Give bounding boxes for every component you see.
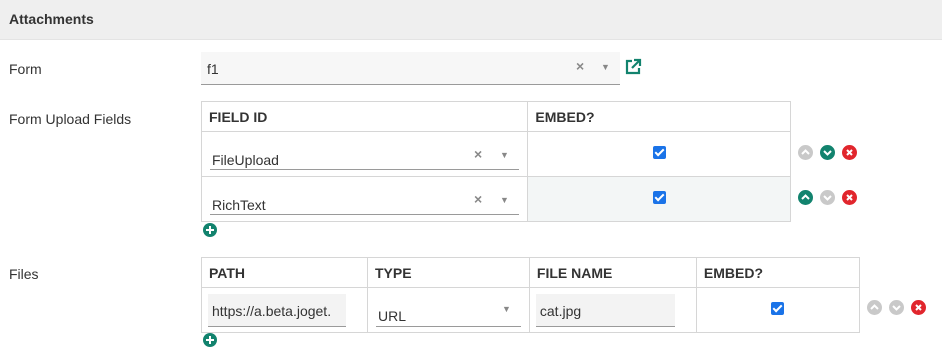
delete-row-button[interactable] xyxy=(911,300,926,315)
column-header-embed: EMBED? xyxy=(695,257,861,288)
clear-icon[interactable]: × xyxy=(474,146,482,162)
chevron-up-icon xyxy=(801,149,810,155)
type-value: URL xyxy=(378,307,407,324)
chevron-up-icon xyxy=(870,304,879,310)
add-file-button[interactable] xyxy=(203,333,217,347)
chevron-down-icon xyxy=(892,305,901,311)
chevron-down-icon[interactable]: ▼ xyxy=(500,150,509,160)
type-select[interactable]: URL ▼ xyxy=(376,294,521,327)
delete-icon xyxy=(846,194,853,201)
embed-checkbox[interactable] xyxy=(652,146,666,159)
upload-fields-label: Form Upload Fields xyxy=(9,111,132,127)
upload-fields-table: FIELD ID EMBED? FileUpload × ▼ RichText … xyxy=(200,101,791,222)
move-up-button[interactable] xyxy=(867,300,882,315)
clear-icon[interactable]: × xyxy=(474,191,482,207)
embed-checkbox[interactable] xyxy=(771,302,785,315)
move-down-button[interactable] xyxy=(820,145,835,160)
field-id-value: RichText xyxy=(212,197,266,213)
table-row: https://a.beta.joget. URL ▼ cat.jpg xyxy=(201,287,861,333)
move-up-button[interactable] xyxy=(798,190,813,205)
chevron-down-icon[interactable]: ▼ xyxy=(601,62,610,72)
chevron-down-icon xyxy=(823,150,832,156)
chevron-down-icon xyxy=(823,195,832,201)
files-table: PATH TYPE FILE NAME EMBED? https://a.bet… xyxy=(201,257,861,333)
file-name-value: cat.jpg xyxy=(539,302,582,319)
file-name-input[interactable]: cat.jpg xyxy=(535,293,675,327)
form-select-value: f1 xyxy=(207,61,219,77)
field-id-select[interactable]: RichText × ▼ xyxy=(210,183,520,215)
field-id-value: FileUpload xyxy=(212,152,279,168)
chevron-down-icon[interactable]: ▼ xyxy=(500,195,509,205)
delete-row-button[interactable] xyxy=(842,190,857,205)
chevron-down-icon[interactable]: ▼ xyxy=(502,304,511,314)
external-link-icon[interactable] xyxy=(624,58,642,76)
table-row: RichText × ▼ xyxy=(200,176,791,222)
table-row: FileUpload × ▼ xyxy=(200,131,791,177)
column-header-field-id: FIELD ID xyxy=(200,101,529,132)
move-down-button[interactable] xyxy=(820,190,835,205)
column-header-path: PATH xyxy=(201,257,368,288)
files-label: Files xyxy=(9,266,39,282)
field-id-select[interactable]: FileUpload × ▼ xyxy=(210,138,520,170)
delete-icon xyxy=(846,149,853,156)
add-upload-field-button[interactable] xyxy=(203,223,217,237)
delete-icon xyxy=(915,304,922,311)
section-title: Attachments xyxy=(0,0,942,40)
clear-icon[interactable]: × xyxy=(576,58,584,74)
form-select[interactable]: f1 × ▼ xyxy=(201,52,620,85)
path-value: https://a.beta.joget. xyxy=(212,302,332,319)
form-label: Form xyxy=(9,61,42,77)
embed-checkbox[interactable] xyxy=(652,191,666,204)
move-up-button[interactable] xyxy=(798,145,813,160)
column-header-file-name: FILE NAME xyxy=(528,257,697,288)
move-down-button[interactable] xyxy=(889,300,904,315)
delete-row-button[interactable] xyxy=(842,145,857,160)
column-header-type: TYPE xyxy=(367,257,530,288)
path-input[interactable]: https://a.beta.joget. xyxy=(208,293,346,327)
column-header-embed: EMBED? xyxy=(527,101,791,132)
chevron-up-icon xyxy=(801,194,810,200)
